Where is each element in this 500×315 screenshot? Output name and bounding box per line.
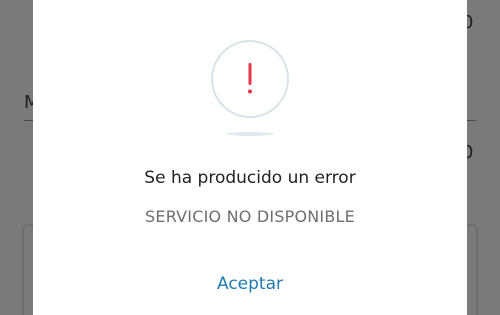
- icon-shadow: [226, 132, 274, 136]
- error-icon-circle: [211, 40, 289, 118]
- dialog-title: Se ha producido un error: [144, 168, 356, 188]
- error-dialog: Se ha producido un error SERVICIO NO DIS…: [33, 0, 467, 315]
- exclamation-icon: [248, 63, 252, 94]
- accept-button[interactable]: Aceptar: [190, 267, 310, 301]
- dialog-message: SERVICIO NO DISPONIBLE: [145, 207, 355, 226]
